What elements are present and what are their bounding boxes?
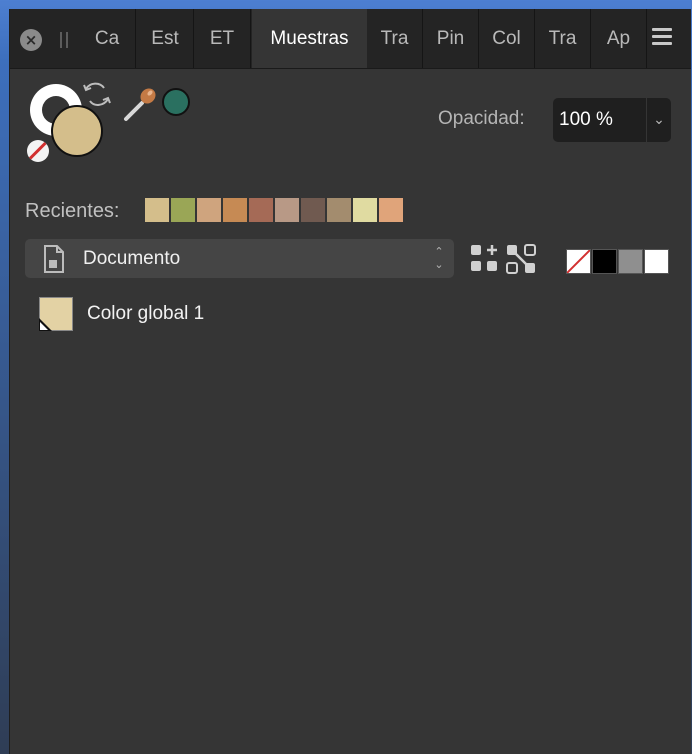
tab-7[interactable]: Tra: [535, 9, 591, 68]
recent-swatch[interactable]: [223, 198, 247, 222]
recent-swatch[interactable]: [197, 198, 221, 222]
tab-4[interactable]: Tra: [367, 9, 423, 68]
recent-swatch[interactable]: [353, 198, 377, 222]
tab-3[interactable]: Muestras: [252, 9, 367, 68]
no-color-swatch[interactable]: [566, 249, 591, 274]
quick-swatch[interactable]: [592, 249, 617, 274]
unlink-icon[interactable]: [506, 244, 536, 274]
swap-arrows-icon[interactable]: [82, 79, 112, 111]
drag-handle[interactable]: [60, 32, 68, 48]
tab-2[interactable]: ET: [194, 9, 251, 68]
global-color-name[interactable]: Color global 1: [87, 303, 204, 325]
recent-swatch[interactable]: [379, 198, 403, 222]
quick-swatch[interactable]: [644, 249, 669, 274]
document-icon: [44, 245, 64, 273]
hamburger-menu-icon[interactable]: [652, 28, 672, 48]
add-swatch-icon[interactable]: [470, 244, 502, 274]
recents-label: Recientes:: [25, 200, 120, 222]
color-picker-icon[interactable]: [122, 83, 162, 123]
recent-swatch[interactable]: [301, 198, 325, 222]
recent-swatch[interactable]: [249, 198, 273, 222]
recent-swatch[interactable]: [275, 198, 299, 222]
tab-8[interactable]: Ap: [591, 9, 647, 68]
palette-select[interactable]: Documento ⌃ ⌄: [25, 239, 454, 278]
recent-swatch[interactable]: [171, 198, 195, 222]
recent-swatch[interactable]: [327, 198, 351, 222]
recent-swatches: [145, 198, 405, 222]
no-color-icon[interactable]: [27, 140, 49, 162]
chevron-down-icon[interactable]: ⌄: [647, 98, 671, 142]
opacity-label: Opacidad:: [438, 108, 525, 129]
palette-select-value: Documento: [83, 248, 181, 269]
tab-0[interactable]: Ca: [79, 9, 136, 68]
stepper-icon: ⌃ ⌄: [434, 245, 444, 271]
quick-swatches: [566, 249, 670, 274]
picked-color-swatch[interactable]: [162, 88, 190, 116]
tab-6[interactable]: Col: [479, 9, 535, 68]
quick-swatch[interactable]: [618, 249, 643, 274]
tab-1[interactable]: Est: [137, 9, 194, 68]
swatches-panel: × Ca Est ET Muestras Tra Pin Col Tra Ap Opacidad…: [9, 9, 691, 754]
recent-swatch[interactable]: [145, 198, 169, 222]
fill-color-swatch[interactable]: [51, 105, 103, 157]
close-icon[interactable]: ×: [20, 29, 42, 51]
tab-5[interactable]: Pin: [423, 9, 479, 68]
opacity-input[interactable]: 100 %: [553, 98, 646, 142]
tab-bar: × Ca Est ET Muestras Tra Pin Col Tra Ap: [10, 9, 691, 69]
